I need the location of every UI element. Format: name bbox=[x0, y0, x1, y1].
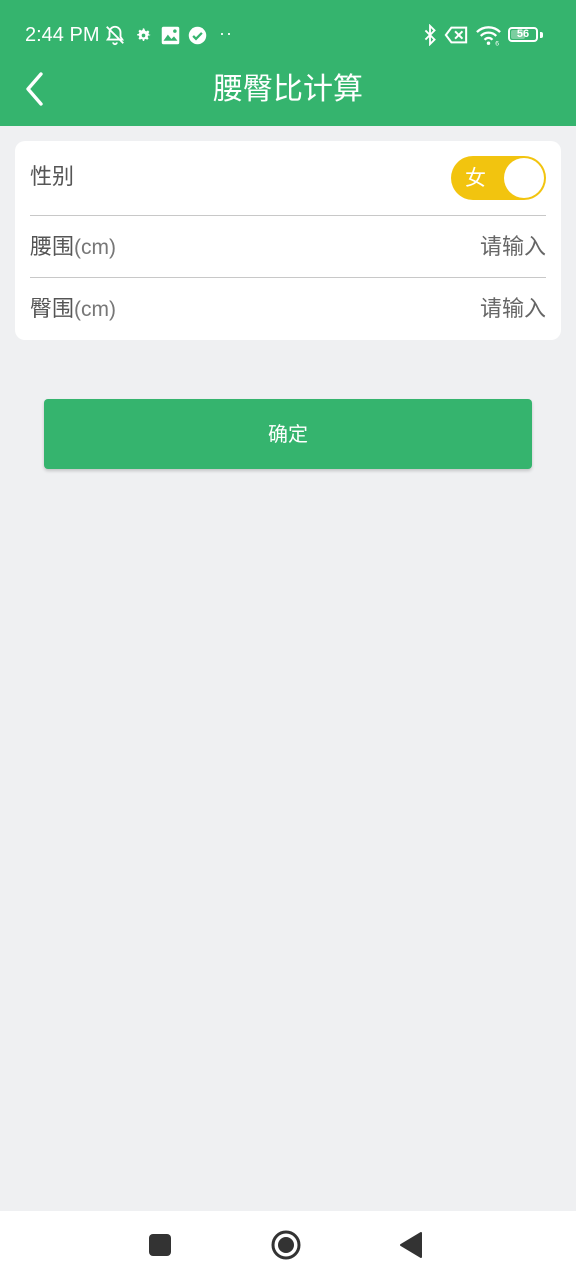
bluetooth-icon bbox=[424, 24, 436, 46]
hip-input[interactable] bbox=[306, 295, 546, 325]
waist-label: 腰围(cm) bbox=[30, 233, 116, 263]
status-time: 2:44 PM bbox=[25, 24, 100, 46]
recents-button[interactable] bbox=[140, 1225, 180, 1265]
check-circle-icon bbox=[188, 26, 207, 45]
hip-label-text: 臀围 bbox=[30, 297, 75, 322]
form-card: 性别 女 腰围(cm) 臀围(cm) bbox=[15, 141, 561, 340]
battery-level: 56 bbox=[516, 28, 530, 40]
gender-row: 性别 女 bbox=[30, 141, 546, 215]
svg-text:6: 6 bbox=[495, 41, 499, 46]
page-title: 腰臀比计算 bbox=[213, 72, 363, 107]
confirm-button[interactable]: 确定 bbox=[44, 399, 532, 469]
gender-toggle[interactable]: 女 bbox=[451, 156, 546, 200]
waist-row: 腰围(cm) bbox=[30, 216, 546, 277]
home-circle-icon bbox=[271, 1230, 301, 1260]
status-bar: 2:44 PM ·· 6 56 bbox=[0, 0, 576, 70]
hip-label: 臀围(cm) bbox=[30, 295, 116, 325]
waist-label-text: 腰围 bbox=[30, 235, 75, 260]
wifi-icon: 6 bbox=[476, 26, 501, 46]
toggle-knob bbox=[504, 158, 544, 198]
recents-square-icon bbox=[149, 1234, 171, 1256]
app-header: 2:44 PM ·· 6 56 腰臀比计算 bbox=[0, 0, 576, 126]
gender-toggle-value: 女 bbox=[465, 166, 486, 190]
battery-icon: 56 bbox=[508, 27, 538, 42]
image-icon bbox=[161, 26, 180, 45]
muted-alarm-icon bbox=[105, 25, 125, 46]
hip-unit: (cm) bbox=[74, 298, 116, 321]
no-sim-icon bbox=[444, 26, 468, 44]
gender-label: 性别 bbox=[30, 165, 75, 190]
back-triangle-icon bbox=[400, 1232, 422, 1258]
waist-unit: (cm) bbox=[74, 236, 116, 259]
home-button[interactable] bbox=[266, 1225, 306, 1265]
hip-row: 臀围(cm) bbox=[30, 278, 546, 340]
settings-gear-icon bbox=[137, 28, 151, 42]
status-more-indicator: ·· bbox=[219, 23, 233, 43]
waist-input[interactable] bbox=[306, 233, 546, 263]
system-nav-bar bbox=[0, 1211, 576, 1280]
battery-tip bbox=[540, 32, 543, 38]
system-back-button[interactable] bbox=[392, 1225, 432, 1265]
